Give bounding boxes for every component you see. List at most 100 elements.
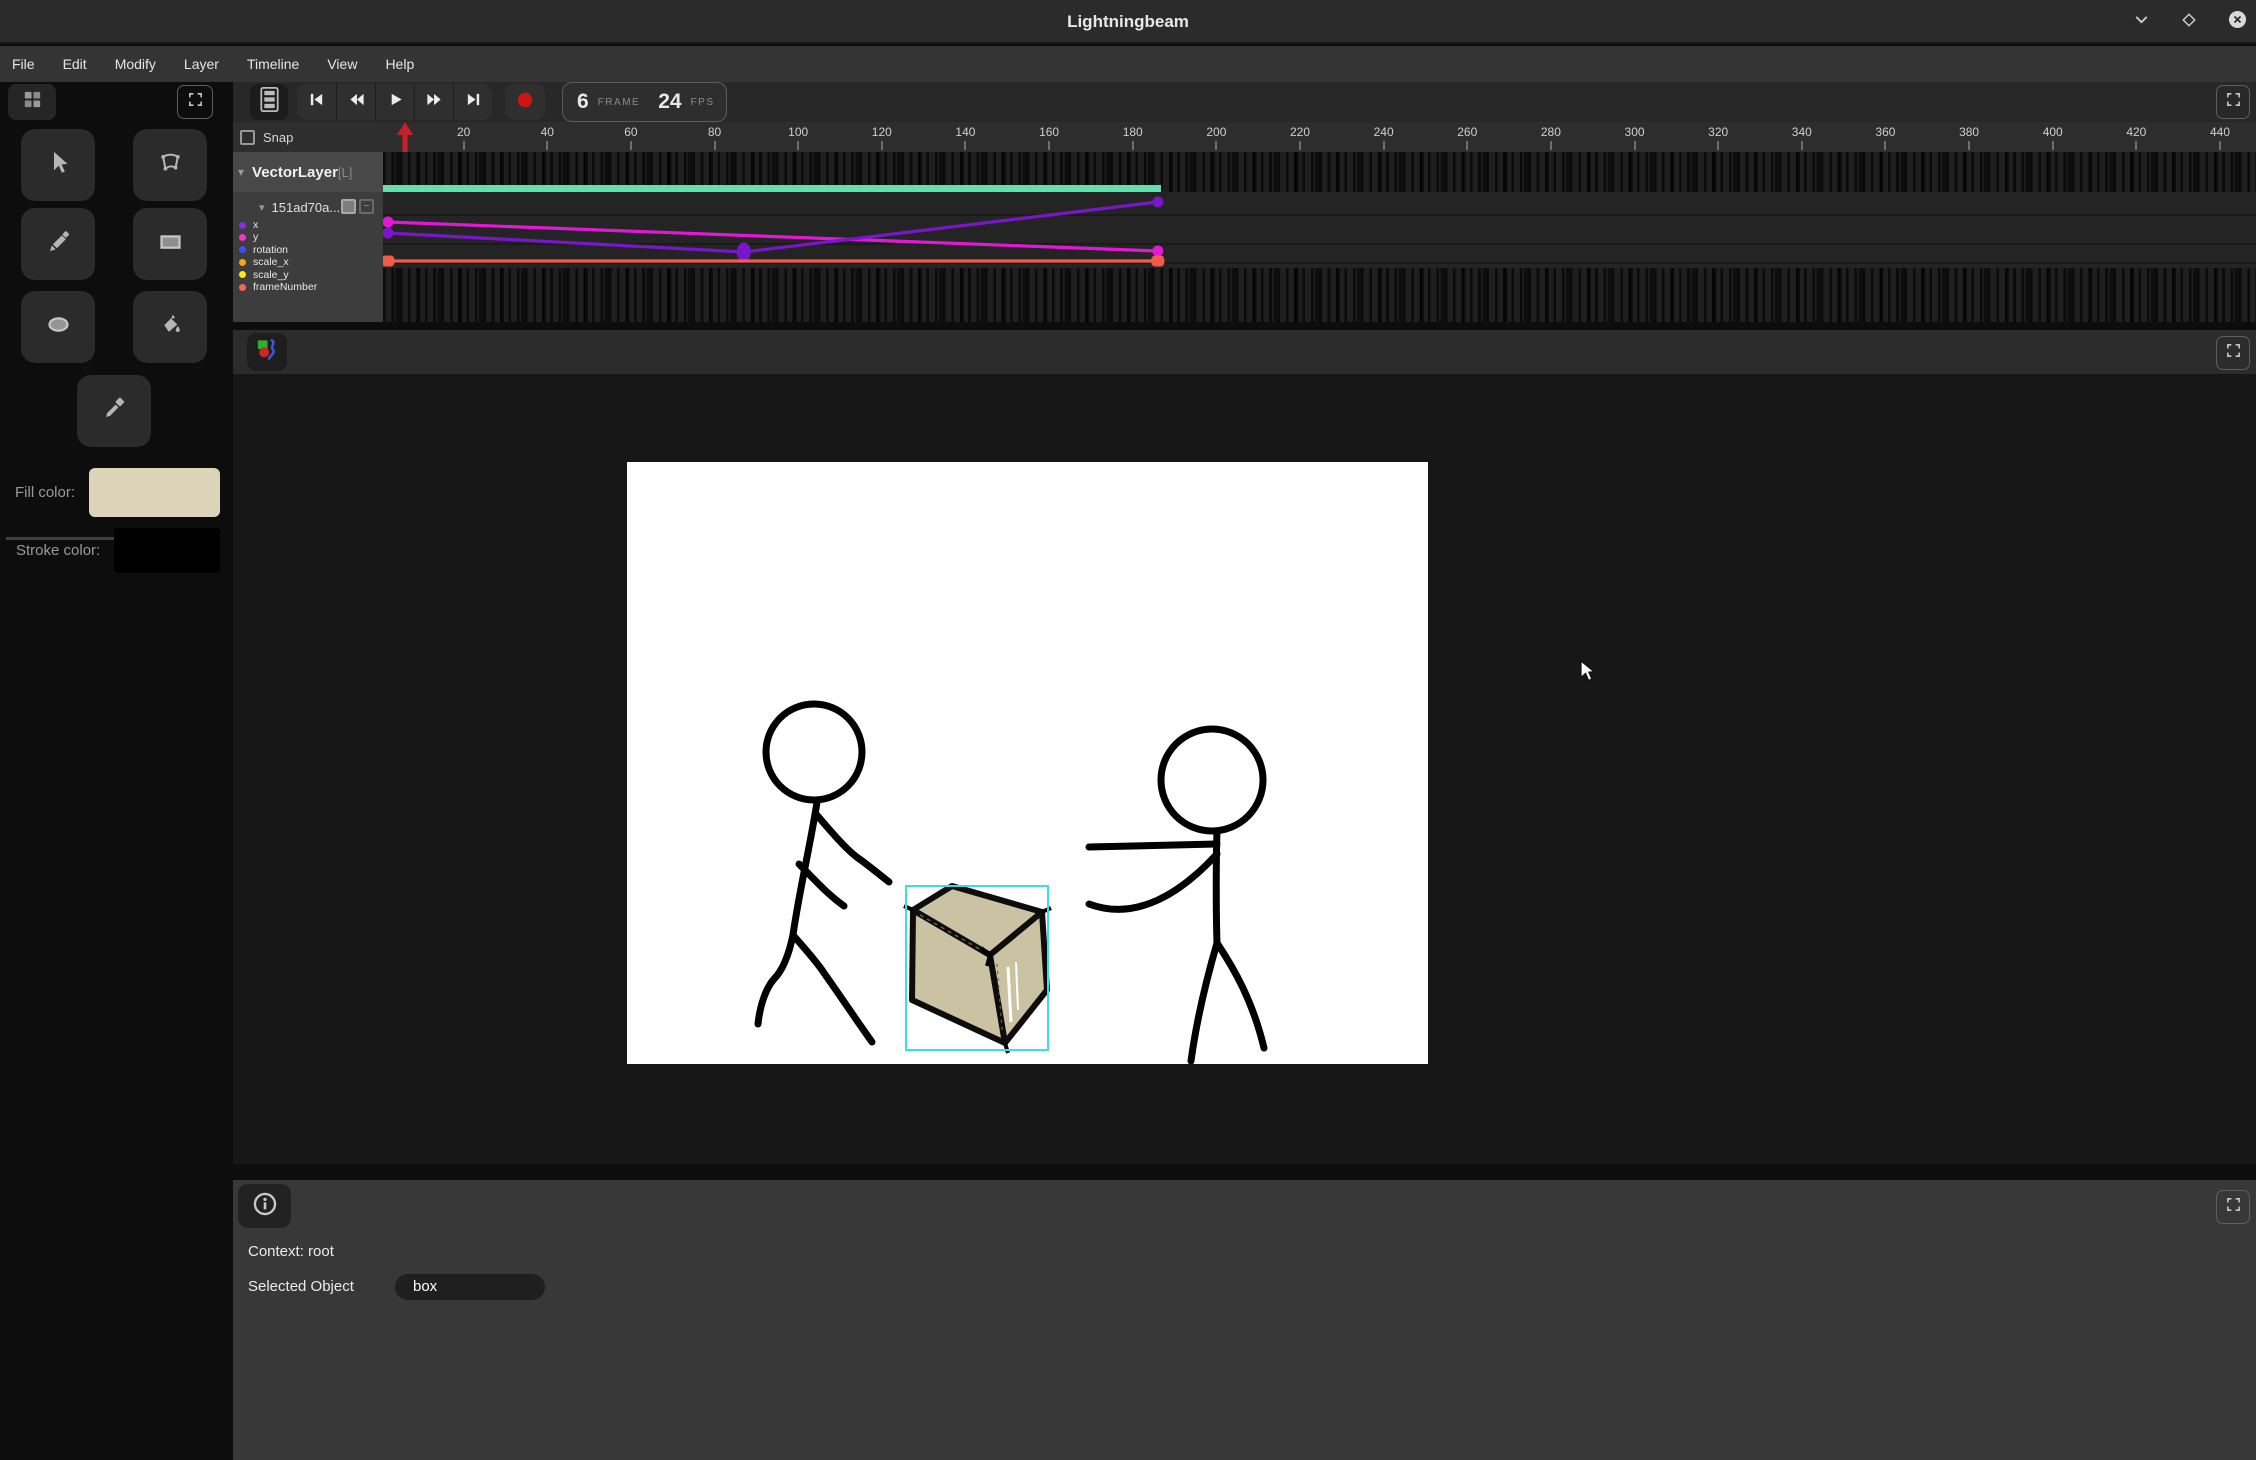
property-row-rotation[interactable]: rotation (233, 244, 383, 256)
close-button[interactable] (2226, 11, 2248, 33)
chevron-down-icon[interactable]: ▾ (238, 165, 244, 179)
play-button[interactable] (375, 84, 414, 120)
ruler-label-120: 120 (862, 125, 902, 139)
ruler-tick (797, 141, 799, 150)
ellipse-tool-button[interactable] (21, 291, 95, 363)
fast-forward-icon (426, 91, 443, 113)
sublayer-tween-toggle[interactable]: ~ (359, 199, 374, 214)
sublayer-row[interactable]: ▾ 151ad70a... ~ (233, 195, 383, 219)
keyframe-x[interactable] (383, 228, 394, 239)
maximize-button[interactable] (2178, 11, 2200, 33)
property-color-dot (239, 259, 246, 266)
ruler-tick (1466, 141, 1468, 150)
inspector-expand-button[interactable] (2216, 1190, 2250, 1224)
ruler-tick (1717, 141, 1719, 150)
ruler-label-360: 360 (1865, 125, 1905, 139)
rewind-button[interactable] (336, 84, 375, 120)
keyframe-y[interactable] (383, 217, 394, 228)
property-row-scale_y[interactable]: scale_y (233, 269, 383, 281)
ruler-label-140: 140 (945, 125, 985, 139)
sublayer-square-toggle[interactable] (341, 199, 356, 214)
timeline-expand-button[interactable] (2216, 85, 2250, 119)
menu-layer[interactable]: Layer (174, 46, 229, 82)
menu-help[interactable]: Help (375, 46, 424, 82)
keyframe-x[interactable] (1152, 197, 1163, 208)
property-row-scale_x[interactable]: scale_x (233, 256, 383, 268)
panel-grid-button[interactable] (8, 84, 56, 120)
timeline-ruler[interactable]: 0204060801001201401601802002202402602803… (233, 122, 2256, 152)
rectangle-tool-button[interactable] (133, 208, 207, 280)
keyframe-frameNumber[interactable] (1151, 256, 1164, 267)
stroke-color-swatch[interactable] (114, 528, 220, 573)
snap-checkbox[interactable] (240, 130, 255, 145)
record-button[interactable] (505, 84, 545, 120)
ruler-tick (463, 141, 465, 150)
box-object[interactable] (904, 886, 1051, 1053)
skip-to-end-button[interactable] (453, 84, 492, 120)
keyframe-x[interactable] (737, 243, 751, 262)
select-tool-button[interactable] (21, 129, 95, 201)
ruler-tick (546, 141, 548, 150)
keyframe-y[interactable] (1152, 246, 1163, 257)
property-row-frameNumber[interactable]: frameNumber (233, 281, 383, 293)
canvas-expand-button[interactable] (2216, 336, 2250, 370)
layer-frame-span[interactable] (383, 185, 1161, 192)
mouse-cursor (1580, 660, 1602, 684)
tools-sidebar: Fill color: Stroke color: (0, 82, 233, 1460)
skip-to-start-button[interactable] (297, 84, 336, 120)
layer-row-vectorlayer[interactable]: ▾ VectorLayer [L] (233, 152, 383, 192)
ruler-label-420: 420 (2116, 125, 2156, 139)
playhead[interactable] (397, 122, 413, 152)
ruler-label-40: 40 (527, 125, 567, 139)
expand-icon (2225, 1196, 2242, 1218)
canvas-workspace[interactable] (233, 374, 2256, 1164)
menu-modify[interactable]: Modify (105, 46, 166, 82)
film-button[interactable] (250, 84, 288, 120)
rectangle-icon (157, 228, 184, 260)
skip-to-end-icon (465, 91, 482, 113)
ruler-tick (1132, 141, 1134, 150)
curve-y (388, 222, 1158, 251)
transform-tool-button[interactable] (133, 129, 207, 201)
fps-value: 24 (658, 90, 681, 114)
selected-object-field[interactable]: box (395, 1274, 545, 1300)
stick-figure-right[interactable] (1089, 729, 1264, 1061)
close-circle-icon (2228, 10, 2247, 34)
property-label: y (253, 231, 258, 243)
ruler-label-260: 260 (1447, 125, 1487, 139)
ruler-label-440: 440 (2200, 125, 2240, 139)
paint-bucket-icon (157, 311, 184, 343)
info-button[interactable] (238, 1184, 291, 1228)
sublayer-name: 151ad70a... (272, 200, 341, 215)
chevron-down-icon[interactable]: ▾ (259, 201, 265, 214)
ruler-label-200: 200 (1196, 125, 1236, 139)
ruler-label-280: 280 (1531, 125, 1571, 139)
property-label: rotation (253, 244, 288, 256)
frame-fps-counter: 6 FRAME 24 FPS (562, 82, 727, 122)
stroke-color-label: Stroke color: (16, 542, 100, 559)
ruler-tick (630, 141, 632, 150)
fast-forward-button[interactable] (414, 84, 453, 120)
property-label: x (253, 219, 258, 231)
menu-edit[interactable]: Edit (53, 46, 97, 82)
collapse-button[interactable] (2130, 11, 2152, 33)
skip-to-start-icon (308, 91, 325, 113)
tools-expand-button[interactable] (177, 85, 213, 119)
pencil-tool-button[interactable] (21, 208, 95, 280)
property-row-y[interactable]: y (233, 231, 383, 243)
frames-row-empty[interactable] (383, 268, 2256, 322)
property-row-x[interactable]: x (233, 219, 383, 231)
menu-file[interactable]: File (2, 46, 45, 82)
paint-bucket-tool-button[interactable] (133, 291, 207, 363)
menu-view[interactable]: View (317, 46, 367, 82)
menu-timeline[interactable]: Timeline (237, 46, 309, 82)
scene-shapes-button[interactable] (247, 333, 287, 371)
fill-color-swatch[interactable] (89, 468, 220, 517)
stick-figure-left[interactable] (758, 704, 889, 1042)
drawing-stage[interactable] (627, 462, 1428, 1064)
menu-bar: FileEditModifyLayerTimelineViewHelp (0, 46, 2256, 82)
ruler-tick (1884, 141, 1886, 150)
eyedropper-tool-button[interactable] (77, 375, 151, 447)
ruler-tick (881, 141, 883, 150)
keyframe-frameNumber[interactable] (383, 256, 395, 267)
